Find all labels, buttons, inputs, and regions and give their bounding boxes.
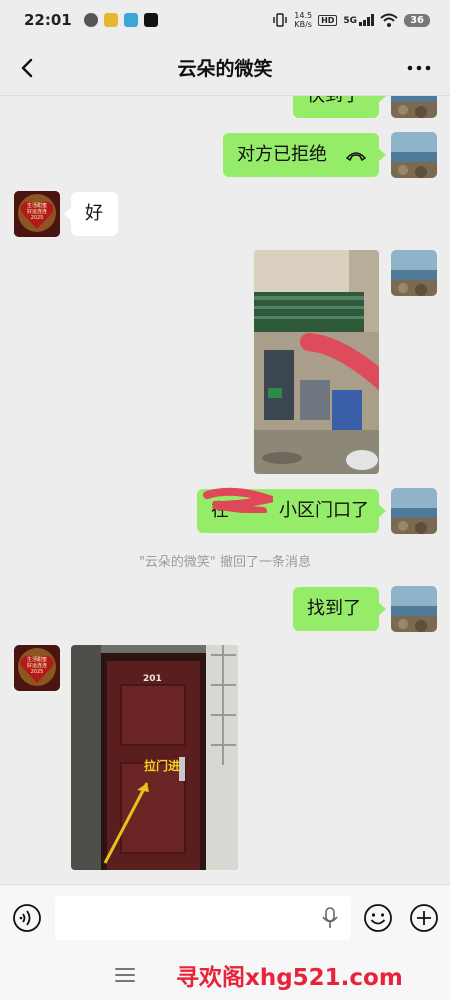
watermark: 寻欢阁xhg521.com (176, 965, 403, 991)
status-bar: 22:01 14.5 KB/s HD 5G 36 (0, 0, 450, 40)
chat-messages[interactable]: 快到了 对方已拒绝 生活甜蜜 好运连连 2025 好 (0, 96, 450, 884)
status-app-icons (83, 13, 158, 27)
voice-mode-icon[interactable] (12, 903, 42, 933)
avatar-caption: 生活甜蜜 好运连连 2025 (14, 657, 60, 675)
map-app-icon (123, 13, 138, 27)
tiktok-app-icon (143, 13, 158, 27)
my-avatar[interactable] (391, 250, 437, 296)
message-text-end: 小区门口了 (279, 500, 369, 521)
robot-app-icon (83, 13, 98, 27)
message-bubble-incoming[interactable]: 好 (64, 192, 118, 236)
avatar-caption: 生活甜蜜 好运连连 2025 (14, 203, 60, 221)
wifi-icon (380, 13, 398, 27)
net-speed-value: 14.5 (294, 11, 313, 20)
status-indicators: 14.5 KB/s HD 5G 36 (272, 11, 430, 29)
net-speed-unit: KB/s (294, 20, 312, 29)
my-avatar[interactable] (391, 586, 437, 632)
chat-header: 云朵的微笑 (0, 40, 450, 96)
call-declined-bubble[interactable]: 对方已拒绝 (223, 133, 386, 177)
signal-bars-icon (359, 14, 375, 26)
message-bubble-outgoing[interactable]: 快到了 (293, 96, 386, 118)
phone-hangup-icon (346, 152, 366, 161)
signal-indicator: 5G (343, 14, 375, 26)
message-input-bar (0, 884, 450, 950)
message-text: 快到了 (307, 96, 361, 106)
hd-badge: HD (318, 14, 338, 26)
net-speed: 14.5 KB/s (294, 11, 312, 29)
message-text: 对方已拒绝 (237, 144, 327, 165)
microphone-icon[interactable] (320, 907, 340, 929)
message-bubble-outgoing[interactable]: 找到了 (293, 587, 386, 631)
avatar-line-3: 2025 (30, 215, 44, 221)
message-text: 好 (85, 203, 103, 224)
message-bubble-outgoing[interactable]: 在 小区门口了 (197, 487, 386, 533)
emoji-icon[interactable] (363, 903, 393, 933)
avatar-line-3: 2025 (30, 669, 44, 675)
my-avatar[interactable] (391, 488, 437, 534)
received-photo-door[interactable]: 201 拉门进 (71, 645, 238, 870)
redaction-scribble (203, 487, 273, 513)
battery-indicator: 36 (404, 13, 430, 27)
message-text: 找到了 (307, 598, 361, 619)
vibrate-icon (273, 13, 288, 27)
recall-notice: "云朵的微笑" 撤回了一条消息 (138, 555, 312, 570)
plus-icon[interactable] (409, 903, 439, 933)
message-input[interactable] (55, 896, 351, 940)
chat-title: 云朵的微笑 (177, 58, 273, 80)
game-app-icon (103, 13, 118, 27)
my-avatar[interactable] (391, 132, 437, 178)
more-options-icon[interactable] (406, 58, 432, 78)
door-number: 201 (143, 674, 162, 684)
door-annotation: 拉门进 (144, 759, 181, 773)
my-avatar[interactable] (391, 96, 437, 118)
menu-icon[interactable] (114, 966, 136, 984)
back-arrow-icon[interactable] (14, 54, 42, 82)
network-type: 5G (343, 16, 358, 26)
status-time: 22:01 (24, 11, 72, 29)
sent-photo-building[interactable] (254, 250, 379, 474)
contact-avatar[interactable]: 生活甜蜜 好运连连 2025 (14, 191, 60, 237)
system-nav-bar: 寻欢阁xhg521.com (0, 950, 450, 1000)
contact-avatar[interactable]: 生活甜蜜 好运连连 2025 (14, 645, 60, 691)
